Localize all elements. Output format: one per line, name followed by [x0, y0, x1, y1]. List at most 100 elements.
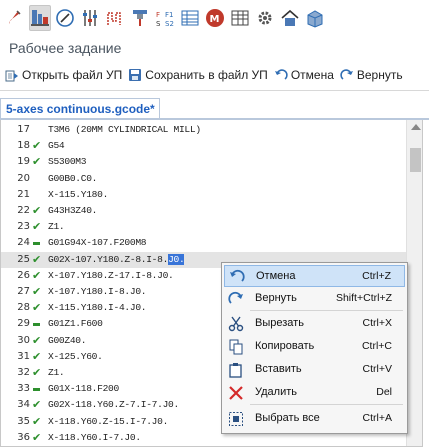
code-text-main: G02X-118.Y60.Z-7.I-7.J0. — [48, 399, 179, 411]
redo-label: Вернуть — [356, 68, 403, 82]
check-icon: ✔ — [32, 366, 42, 379]
code-text: G02X-107.Y180.Z-8.I-8.J0. — [48, 253, 185, 265]
svg-text:S: S — [156, 20, 161, 28]
save-icon — [128, 68, 142, 82]
gear-settings-icon[interactable] — [254, 5, 276, 31]
house-icon[interactable] — [279, 5, 301, 31]
code-text: T3M6 (20MM CYLINDRICAL MILL) — [48, 124, 201, 135]
tool-holder-icon[interactable] — [129, 5, 151, 31]
table-grid-icon[interactable] — [229, 5, 251, 31]
vertical-scrollbar[interactable] — [406, 120, 422, 446]
line-number: 26 — [17, 269, 30, 281]
menu-paste[interactable]: Вставить Ctrl+V — [224, 359, 405, 381]
code-text: G43H3Z40. — [48, 205, 97, 216]
code-line[interactable]: 22 ✔ G43H3Z40. — [1, 203, 406, 219]
code-text-main: G00Z40. — [48, 334, 87, 346]
undo-button[interactable]: Отмена — [274, 68, 334, 82]
paste-icon — [228, 362, 244, 378]
redo-button[interactable]: Вернуть — [340, 68, 403, 82]
menu-item-label: Вернуть — [255, 292, 297, 304]
line-number: 21 — [17, 188, 30, 200]
check-icon: ✔ — [32, 204, 42, 217]
code-text: G01G94X-107.F200M8 — [48, 237, 147, 248]
code-line[interactable]: 23 ✔ Z1. — [1, 219, 406, 235]
open-file-icon — [5, 68, 19, 82]
open-file-button[interactable]: Открыть файл УП — [5, 68, 122, 82]
m-code-icon[interactable]: M — [204, 5, 226, 31]
svg-text:M: M — [210, 14, 220, 25]
code-text-main: X-107.Y180.I-8.J0. — [48, 286, 147, 297]
compass-gauge-icon[interactable] — [54, 5, 76, 31]
line-number: 19 — [17, 156, 30, 168]
line-number: 28 — [17, 302, 30, 314]
code-text-main: Z1. — [48, 367, 65, 378]
code-text-main: G01X-118.F200 — [48, 383, 119, 395]
line-number: 18 — [17, 140, 30, 152]
dash-marker-icon — [32, 236, 42, 250]
menu-item-label: Вырезать — [255, 317, 304, 329]
code-text: G02X-118.Y60.Z-7.I-7.J0. — [48, 399, 179, 410]
check-icon: ✔ — [32, 252, 42, 266]
code-text-main: G01Z1.F600 — [48, 318, 103, 330]
code-text-main: X-118.Y60.Z-15.I-7.J0. — [48, 415, 169, 427]
scroll-up-arrow-icon[interactable] — [411, 124, 421, 130]
menu-item-label: Выбрать все — [255, 412, 320, 424]
line-number: 29 — [17, 318, 30, 330]
divider — [0, 90, 429, 91]
code-text-main: X-107.Y180.Z-17.I-8.J0. — [48, 269, 174, 281]
code-text-main: G54 — [48, 140, 65, 152]
document-tab[interactable]: 5-axes continuous.gcode* — [0, 98, 160, 118]
menu-item-shortcut: Ctrl+Z — [362, 270, 391, 282]
menu-item-shortcut: Del — [376, 386, 392, 398]
line-number: 30 — [17, 334, 30, 346]
menu-item-label: Вставить — [255, 363, 302, 375]
menu-select-all[interactable]: Выбрать все Ctrl+A — [224, 408, 405, 430]
menu-delete[interactable]: Удалить Del — [224, 382, 405, 404]
code-text: X-115.Y180.I-4.J0. — [48, 302, 147, 313]
code-text: G01X-118.F200 — [48, 383, 119, 394]
code-line[interactable]: 19 ✔ S5300M3 — [1, 154, 406, 170]
check-icon: ✔ — [32, 349, 42, 363]
code-line[interactable]: 20 G00B0.C0. — [1, 171, 406, 187]
menu-undo[interactable]: Отмена Ctrl+Z — [224, 265, 405, 287]
menu-item-shortcut: Ctrl+A — [362, 412, 392, 424]
code-text: Z1. — [48, 367, 65, 378]
sliders-icon[interactable] — [79, 5, 101, 31]
stock-block-icon[interactable] — [304, 5, 326, 31]
menu-copy[interactable]: Копировать Ctrl+C — [224, 336, 405, 358]
table-list-icon[interactable] — [179, 5, 201, 31]
menu-item-shortcut: Shift+Ctrl+Z — [335, 292, 392, 304]
empty-marker — [32, 123, 42, 137]
code-line[interactable]: 24 G01G94X-107.F200M8 — [1, 235, 406, 251]
machine-tool-icon[interactable] — [29, 5, 51, 31]
code-text: S5300M3 — [48, 156, 87, 168]
check-icon: ✔ — [32, 139, 42, 153]
save-file-button[interactable]: Сохранить в файл УП — [128, 68, 268, 82]
scroll-thumb[interactable] — [410, 148, 421, 172]
select-all-icon — [228, 411, 244, 427]
toolpath-icon[interactable] — [104, 5, 126, 31]
menu-cut[interactable]: Вырезать Ctrl+X — [224, 313, 405, 335]
line-number: 36 — [17, 431, 30, 443]
menu-redo[interactable]: Вернуть Shift+Ctrl+Z — [224, 288, 405, 310]
dash-marker-icon — [32, 317, 42, 331]
undo-icon — [274, 68, 288, 82]
code-line[interactable]: 18 ✔ G54 — [1, 138, 406, 154]
check-icon: ✔ — [32, 155, 42, 169]
line-number: 20 — [17, 172, 30, 184]
line-number: 33 — [17, 383, 30, 395]
main-toolbar: F F1 S S2 M — [0, 0, 429, 36]
selected-text: J0. — [168, 253, 185, 265]
code-line[interactable]: 17 T3M6 (20MM CYLINDRICAL MILL) — [1, 122, 406, 138]
menu-item-label: Удалить — [255, 386, 297, 398]
feed-speed-icon[interactable]: F F1 S S2 — [154, 5, 176, 31]
paint-brush-icon[interactable] — [4, 5, 26, 31]
code-line[interactable]: 21 X-115.Y180. — [1, 187, 406, 203]
line-number: 24 — [17, 237, 30, 249]
svg-text:F1: F1 — [165, 11, 173, 19]
code-text: X-118.Y60.I-7.J0. — [48, 432, 141, 443]
check-icon: ✔ — [32, 220, 42, 234]
code-text-main: S5300M3 — [48, 156, 87, 168]
code-text-main: G02X-107.Y180.Z-8.I-8. — [48, 253, 169, 265]
code-text: X-107.Y180.Z-17.I-8.J0. — [48, 270, 174, 281]
